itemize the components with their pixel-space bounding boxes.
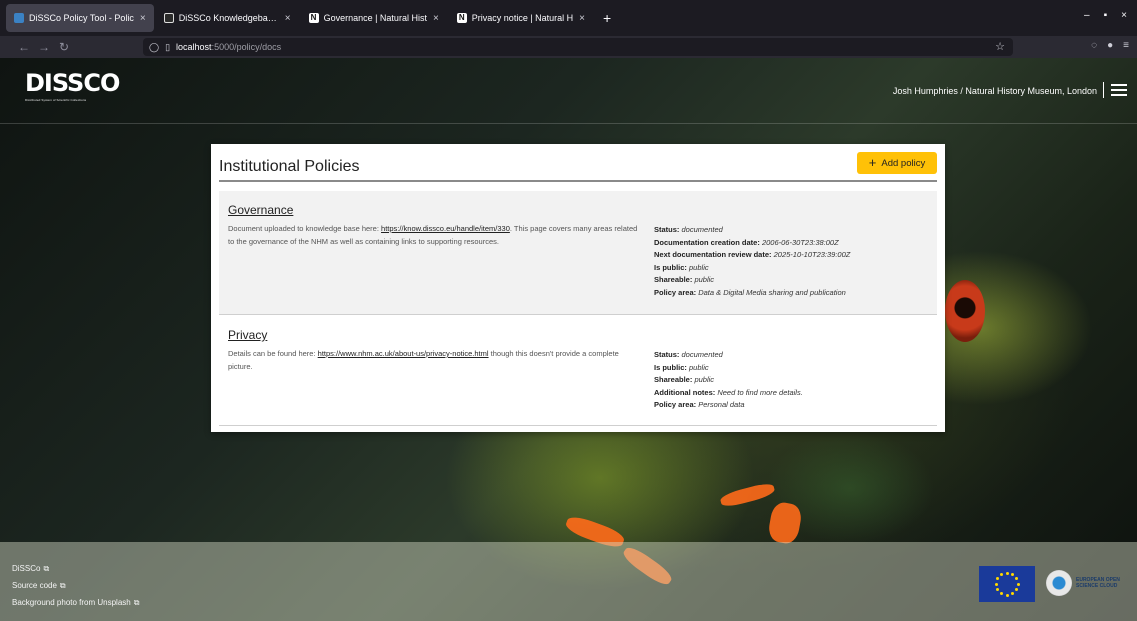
browser-tab-knowledgebase[interactable]: DiSSCo Knowledgebase: ( × bbox=[156, 4, 299, 32]
back-arrow-icon[interactable]: ← bbox=[14, 40, 34, 54]
external-link-icon: ⧉ bbox=[59, 581, 66, 590]
eu-star-icon bbox=[995, 588, 999, 591]
footer-link-source-code[interactable]: Source code ⧉ bbox=[12, 577, 139, 594]
url-host: localhost bbox=[176, 42, 212, 52]
logo-tagline: Distributed System of Scientific Collect… bbox=[25, 98, 87, 102]
browser-tab-privacy[interactable]: N Privacy notice | Natural H × bbox=[449, 4, 593, 32]
eu-star-icon bbox=[1011, 592, 1014, 596]
policy-title[interactable]: Privacy bbox=[228, 328, 267, 342]
bookmark-star-icon[interactable]: ☆ bbox=[995, 40, 1005, 53]
site-header: DISSCO Distributed System of Scientific … bbox=[0, 58, 1137, 124]
background-frog-eye bbox=[945, 280, 985, 342]
eu-star-icon bbox=[1016, 582, 1020, 586]
policy-description: Document uploaded to knowledge base here… bbox=[228, 224, 638, 246]
meta-policy-area: Policy area: Data & Digital Media sharin… bbox=[654, 287, 846, 297]
new-tab-button[interactable]: + bbox=[603, 10, 611, 26]
page-icon: ▯ bbox=[165, 41, 171, 52]
tab-title: Governance | Natural Hist bbox=[323, 13, 427, 23]
maximize-icon[interactable]: ▪ bbox=[1104, 10, 1108, 21]
eu-star-icon bbox=[1011, 572, 1014, 576]
tab-close-icon[interactable]: × bbox=[579, 13, 585, 24]
eosc-badge-icon bbox=[1046, 570, 1072, 596]
pocket-icon[interactable]: ◌ bbox=[1091, 40, 1097, 51]
page-viewport: DISSCO Distributed System of Scientific … bbox=[0, 58, 1137, 621]
policy-metadata: Status: documented Documentation creatio… bbox=[654, 224, 934, 299]
user-institution: Josh Humphries / Natural History Museum,… bbox=[892, 86, 1097, 96]
tab-close-icon[interactable]: × bbox=[285, 13, 291, 24]
meta-shareable: Shareable: public bbox=[654, 275, 715, 284]
eu-star-icon bbox=[1000, 592, 1003, 596]
meta-is-public: Is public: public bbox=[654, 262, 709, 272]
tab-close-icon[interactable]: × bbox=[140, 13, 146, 24]
toolbar-icons: ◌ ● ≡ bbox=[1091, 40, 1129, 51]
meta-status: Status: documented bbox=[654, 350, 723, 359]
policy-link[interactable]: https://know.dissco.eu/handle/item/330 bbox=[381, 224, 510, 233]
browser-tab-policy-tool[interactable]: DiSSCo Policy Tool - Polic × bbox=[6, 4, 154, 32]
url-path: :5000/policy/docs bbox=[211, 42, 282, 52]
meta-shareable: Shareable: public bbox=[654, 375, 715, 384]
policies-card: Institutional Policies + Add policy Gove… bbox=[211, 144, 945, 432]
tab-title: DiSSCo Knowledgebase: ( bbox=[178, 13, 279, 23]
external-link-icon: ⧉ bbox=[43, 564, 50, 573]
eu-star-icon bbox=[1005, 571, 1009, 575]
plus-icon: + bbox=[868, 155, 877, 170]
meta-creation-date: Documentation creation date: 2006-06-30T… bbox=[654, 237, 839, 247]
footer-link-unsplash[interactable]: Background photo from Unsplash ⧉ bbox=[12, 594, 139, 611]
eu-flag-logo bbox=[979, 566, 1035, 602]
url-bar[interactable]: ◯ ▯ localhost:5000/policy/docs ☆ bbox=[143, 38, 1013, 56]
dissco-logo[interactable]: DISSCO Distributed System of Scientific … bbox=[25, 69, 120, 102]
hamburger-menu-icon[interactable] bbox=[1111, 84, 1127, 96]
policy-item-privacy: Privacy Details can be found here: https… bbox=[219, 316, 937, 426]
meta-additional-notes: Additional notes: Need to find more deta… bbox=[654, 387, 803, 397]
shield-icon: ◯ bbox=[149, 41, 160, 52]
dissco-favicon-icon bbox=[163, 13, 174, 23]
page-title: Institutional Policies bbox=[219, 158, 360, 175]
policy-metadata: Status: documented Is public: public Sha… bbox=[654, 349, 934, 412]
reload-icon[interactable]: ↻ bbox=[54, 40, 74, 54]
eu-star-icon bbox=[995, 577, 999, 580]
meta-policy-area: Policy area: Personal data bbox=[654, 400, 745, 409]
meta-is-public: Is public: public bbox=[654, 362, 709, 372]
eosc-line-2: SCIENCE CLOUD bbox=[1076, 583, 1118, 589]
eu-star-icon bbox=[1005, 593, 1009, 597]
tab-title: DiSSCo Policy Tool - Polic bbox=[29, 13, 134, 23]
window-controls: – ▪ × bbox=[1084, 10, 1127, 21]
meta-review-date: Next documentation review date: 2025-10-… bbox=[654, 250, 851, 259]
nhm-favicon-icon: N bbox=[456, 13, 467, 23]
policy-description: Details can be found here: https://www.n… bbox=[228, 349, 619, 371]
external-link-icon: ⧉ bbox=[133, 598, 140, 607]
card-header: Institutional Policies + Add policy bbox=[219, 152, 937, 182]
eosc-logo: EUROPEAN OPEN SCIENCE CLOUD bbox=[1046, 570, 1128, 600]
background-frog-foot bbox=[766, 500, 804, 546]
blue-square-icon bbox=[14, 13, 24, 23]
logo-wordmark: DISSCO bbox=[25, 69, 120, 97]
close-window-icon[interactable]: × bbox=[1121, 10, 1127, 21]
add-policy-label: Add policy bbox=[881, 157, 926, 169]
footer-links: DiSSCo ⧉ Source code ⧉ Background photo fr… bbox=[12, 560, 139, 611]
browser-tab-governance[interactable]: N Governance | Natural Hist × bbox=[301, 4, 447, 32]
header-divider bbox=[1103, 82, 1104, 98]
meta-status: Status: documented bbox=[654, 225, 723, 234]
account-icon[interactable]: ● bbox=[1107, 40, 1113, 51]
forward-arrow-icon[interactable]: → bbox=[34, 40, 54, 54]
add-policy-button[interactable]: + Add policy bbox=[857, 152, 937, 174]
browser-nav-bar: ← → ↻ ◯ ▯ localhost:5000/policy/docs ☆ ◌… bbox=[0, 36, 1137, 58]
eu-star-icon bbox=[1000, 572, 1003, 576]
site-footer: DiSSCo ⧉ Source code ⧉ Background photo fr… bbox=[0, 542, 1137, 621]
footer-link-dissco[interactable]: DiSSCo ⧉ bbox=[12, 560, 139, 577]
tab-close-icon[interactable]: × bbox=[433, 13, 439, 24]
eu-star-icon bbox=[1015, 588, 1019, 591]
eu-star-icon bbox=[994, 582, 998, 586]
eu-star-icon bbox=[1015, 577, 1019, 580]
tab-title: Privacy notice | Natural H bbox=[471, 13, 574, 23]
policy-link[interactable]: https://www.nhm.ac.uk/about-us/privacy-n… bbox=[318, 349, 489, 358]
menu-icon[interactable]: ≡ bbox=[1123, 40, 1129, 51]
policy-title[interactable]: Governance bbox=[228, 203, 293, 217]
browser-tab-bar: DiSSCo Policy Tool - Polic × DiSSCo Know… bbox=[0, 0, 1137, 36]
policy-item-governance: Governance Document uploaded to knowledg… bbox=[219, 191, 937, 315]
nhm-favicon-icon: N bbox=[308, 13, 319, 23]
minimize-icon[interactable]: – bbox=[1084, 10, 1090, 21]
background-frog-foot bbox=[719, 481, 776, 509]
